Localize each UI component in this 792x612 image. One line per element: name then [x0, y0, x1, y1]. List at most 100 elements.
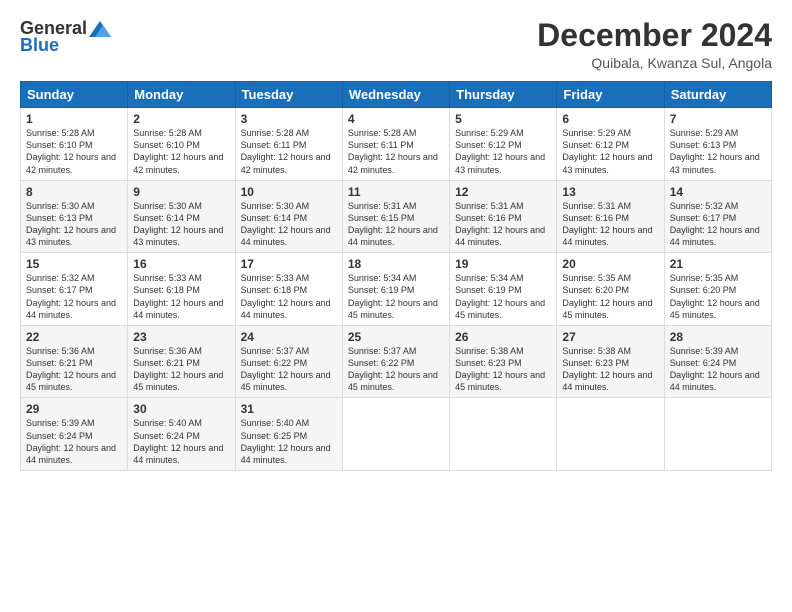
calendar-cell-21: 21 Sunrise: 5:35 AMSunset: 6:20 PMDayligh…	[664, 253, 771, 326]
calendar-cell-4: 4 Sunrise: 5:28 AMSunset: 6:11 PMDaylight…	[342, 108, 449, 181]
cell-info: Sunrise: 5:29 AMSunset: 6:12 PMDaylight:…	[455, 128, 545, 174]
weekday-header-sunday: Sunday	[21, 82, 128, 108]
calendar-week-2: 8 Sunrise: 5:30 AMSunset: 6:13 PMDaylight…	[21, 180, 772, 253]
day-number: 7	[670, 112, 766, 126]
day-number: 15	[26, 257, 122, 271]
cell-info: Sunrise: 5:39 AMSunset: 6:24 PMDaylight:…	[26, 418, 116, 464]
cell-info: Sunrise: 5:34 AMSunset: 6:19 PMDaylight:…	[348, 273, 438, 319]
calendar-table: SundayMondayTuesdayWednesdayThursdayFrid…	[20, 81, 772, 471]
day-number: 28	[670, 330, 766, 344]
day-number: 22	[26, 330, 122, 344]
cell-info: Sunrise: 5:28 AMSunset: 6:10 PMDaylight:…	[26, 128, 116, 174]
cell-info: Sunrise: 5:30 AMSunset: 6:14 PMDaylight:…	[241, 201, 331, 247]
cell-info: Sunrise: 5:28 AMSunset: 6:11 PMDaylight:…	[348, 128, 438, 174]
calendar-cell-8: 8 Sunrise: 5:30 AMSunset: 6:13 PMDaylight…	[21, 180, 128, 253]
calendar-cell-30: 30Sunrise: 5:40 AMSunset: 6:24 PMDayligh…	[128, 398, 235, 471]
day-number: 10	[241, 185, 337, 199]
calendar-cell-20: 20 Sunrise: 5:35 AMSunset: 6:20 PMDayligh…	[557, 253, 664, 326]
calendar-cell-16: 16 Sunrise: 5:33 AMSunset: 6:18 PMDayligh…	[128, 253, 235, 326]
weekday-header-thursday: Thursday	[450, 82, 557, 108]
cell-info: Sunrise: 5:29 AMSunset: 6:12 PMDaylight:…	[562, 128, 652, 174]
cell-info: Sunrise: 5:33 AMSunset: 6:18 PMDaylight:…	[133, 273, 223, 319]
day-number: 6	[562, 112, 658, 126]
day-number: 18	[348, 257, 444, 271]
calendar-cell-27: 27Sunrise: 5:38 AMSunset: 6:23 PMDayligh…	[557, 325, 664, 398]
empty-cell	[342, 398, 449, 471]
cell-info: Sunrise: 5:33 AMSunset: 6:18 PMDaylight:…	[241, 273, 331, 319]
calendar-week-3: 15 Sunrise: 5:32 AMSunset: 6:17 PMDayligh…	[21, 253, 772, 326]
cell-info: Sunrise: 5:29 AMSunset: 6:13 PMDaylight:…	[670, 128, 760, 174]
day-number: 24	[241, 330, 337, 344]
calendar-cell-7: 7 Sunrise: 5:29 AMSunset: 6:13 PMDaylight…	[664, 108, 771, 181]
header: General Blue December 2024 Quibala, Kwan…	[20, 18, 772, 71]
day-number: 21	[670, 257, 766, 271]
day-number: 1	[26, 112, 122, 126]
calendar-week-5: 29Sunrise: 5:39 AMSunset: 6:24 PMDayligh…	[21, 398, 772, 471]
calendar-cell-9: 9 Sunrise: 5:30 AMSunset: 6:14 PMDaylight…	[128, 180, 235, 253]
cell-info: Sunrise: 5:31 AMSunset: 6:16 PMDaylight:…	[455, 201, 545, 247]
day-number: 26	[455, 330, 551, 344]
day-number: 11	[348, 185, 444, 199]
logo-icon	[89, 21, 111, 37]
calendar-cell-22: 22 Sunrise: 5:36 AMSunset: 6:21 PMDayligh…	[21, 325, 128, 398]
calendar-cell-25: 25 Sunrise: 5:37 AMSunset: 6:22 PMDayligh…	[342, 325, 449, 398]
cell-info: Sunrise: 5:34 AMSunset: 6:19 PMDaylight:…	[455, 273, 545, 319]
logo-blue: Blue	[20, 35, 59, 55]
calendar-cell-19: 19 Sunrise: 5:34 AMSunset: 6:19 PMDayligh…	[450, 253, 557, 326]
cell-info: Sunrise: 5:39 AMSunset: 6:24 PMDaylight:…	[670, 346, 760, 392]
day-number: 12	[455, 185, 551, 199]
cell-info: Sunrise: 5:32 AMSunset: 6:17 PMDaylight:…	[26, 273, 116, 319]
calendar-week-1: 1 Sunrise: 5:28 AMSunset: 6:10 PMDaylight…	[21, 108, 772, 181]
day-number: 19	[455, 257, 551, 271]
month-title: December 2024	[537, 18, 772, 53]
cell-info: Sunrise: 5:31 AMSunset: 6:16 PMDaylight:…	[562, 201, 652, 247]
cell-info: Sunrise: 5:37 AMSunset: 6:22 PMDaylight:…	[241, 346, 331, 392]
day-number: 20	[562, 257, 658, 271]
empty-cell	[450, 398, 557, 471]
cell-info: Sunrise: 5:36 AMSunset: 6:21 PMDaylight:…	[133, 346, 223, 392]
weekday-header-tuesday: Tuesday	[235, 82, 342, 108]
day-number: 4	[348, 112, 444, 126]
empty-cell	[664, 398, 771, 471]
day-number: 8	[26, 185, 122, 199]
weekday-header-saturday: Saturday	[664, 82, 771, 108]
day-number: 16	[133, 257, 229, 271]
cell-info: Sunrise: 5:32 AMSunset: 6:17 PMDaylight:…	[670, 201, 760, 247]
cell-info: Sunrise: 5:35 AMSunset: 6:20 PMDaylight:…	[670, 273, 760, 319]
calendar-cell-6: 6 Sunrise: 5:29 AMSunset: 6:12 PMDaylight…	[557, 108, 664, 181]
day-number: 3	[241, 112, 337, 126]
cell-info: Sunrise: 5:40 AMSunset: 6:25 PMDaylight:…	[241, 418, 331, 464]
calendar-cell-12: 12 Sunrise: 5:31 AMSunset: 6:16 PMDayligh…	[450, 180, 557, 253]
day-number: 2	[133, 112, 229, 126]
weekday-header-friday: Friday	[557, 82, 664, 108]
day-number: 9	[133, 185, 229, 199]
day-number: 14	[670, 185, 766, 199]
calendar-cell-3: 3 Sunrise: 5:28 AMSunset: 6:11 PMDaylight…	[235, 108, 342, 181]
day-number: 30	[133, 402, 229, 416]
cell-info: Sunrise: 5:28 AMSunset: 6:10 PMDaylight:…	[133, 128, 223, 174]
calendar-cell-13: 13Sunrise: 5:31 AMSunset: 6:16 PMDayligh…	[557, 180, 664, 253]
calendar-cell-1: 1 Sunrise: 5:28 AMSunset: 6:10 PMDaylight…	[21, 108, 128, 181]
weekday-header-monday: Monday	[128, 82, 235, 108]
cell-info: Sunrise: 5:36 AMSunset: 6:21 PMDaylight:…	[26, 346, 116, 392]
cell-info: Sunrise: 5:31 AMSunset: 6:15 PMDaylight:…	[348, 201, 438, 247]
day-number: 25	[348, 330, 444, 344]
title-block: December 2024 Quibala, Kwanza Sul, Angol…	[537, 18, 772, 71]
calendar-cell-11: 11 Sunrise: 5:31 AMSunset: 6:15 PMDayligh…	[342, 180, 449, 253]
cell-info: Sunrise: 5:30 AMSunset: 6:13 PMDaylight:…	[26, 201, 116, 247]
calendar-header-row: SundayMondayTuesdayWednesdayThursdayFrid…	[21, 82, 772, 108]
logo: General Blue	[20, 18, 111, 56]
day-number: 5	[455, 112, 551, 126]
calendar-cell-26: 26 Sunrise: 5:38 AMSunset: 6:23 PMDayligh…	[450, 325, 557, 398]
empty-cell	[557, 398, 664, 471]
calendar-week-4: 22 Sunrise: 5:36 AMSunset: 6:21 PMDayligh…	[21, 325, 772, 398]
cell-info: Sunrise: 5:35 AMSunset: 6:20 PMDaylight:…	[562, 273, 652, 319]
cell-info: Sunrise: 5:28 AMSunset: 6:11 PMDaylight:…	[241, 128, 331, 174]
cell-info: Sunrise: 5:38 AMSunset: 6:23 PMDaylight:…	[455, 346, 545, 392]
cell-info: Sunrise: 5:37 AMSunset: 6:22 PMDaylight:…	[348, 346, 438, 392]
day-number: 31	[241, 402, 337, 416]
cell-info: Sunrise: 5:30 AMSunset: 6:14 PMDaylight:…	[133, 201, 223, 247]
calendar-cell-23: 23Sunrise: 5:36 AMSunset: 6:21 PMDayligh…	[128, 325, 235, 398]
cell-info: Sunrise: 5:38 AMSunset: 6:23 PMDaylight:…	[562, 346, 652, 392]
calendar-cell-17: 17Sunrise: 5:33 AMSunset: 6:18 PMDayligh…	[235, 253, 342, 326]
